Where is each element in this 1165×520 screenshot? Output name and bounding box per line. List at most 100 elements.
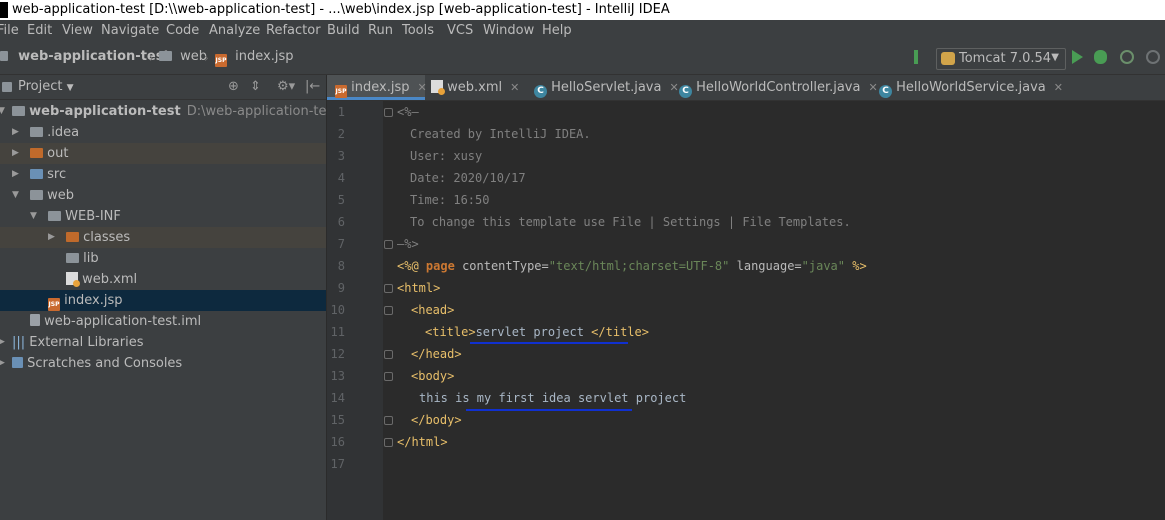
fold-marker-icon[interactable] (384, 240, 393, 249)
line-number: 12 (330, 347, 345, 361)
tree-item-classes[interactable]: ▶ classes (0, 227, 326, 248)
line-number: 4 (337, 171, 345, 185)
code-line-16[interactable]: </html> (397, 435, 448, 449)
code-line-15[interactable]: </body> (411, 413, 462, 427)
code-line-6[interactable]: To change this template use File | Setti… (410, 215, 851, 229)
menu-navigate[interactable]: Navigate (101, 20, 159, 42)
code-line-8[interactable]: <%@ page contentType="text/html;charset=… (397, 259, 867, 273)
project-view-selector[interactable]: Project ▼ (18, 79, 74, 94)
line-number: 8 (337, 259, 345, 273)
tree-item-idea[interactable]: ▶ .idea (0, 122, 326, 143)
menu-edit[interactable]: Edit (27, 20, 52, 42)
code-line-7[interactable]: —%> (397, 237, 419, 251)
code-line-3[interactable]: User: xusy (410, 149, 482, 163)
tab-hello-servlet[interactable]: C HelloServlet.java ✕ (534, 75, 679, 100)
code-editor: JSP index.jsp ✕ web.xml ✕ C HelloServlet.j… (327, 75, 1165, 520)
line-number: 6 (337, 215, 345, 229)
tomcat-icon (941, 52, 955, 65)
tree-item-web-inf[interactable]: ▼ WEB-INF (0, 206, 326, 227)
menu-code[interactable]: Code (166, 20, 199, 42)
tree-item-scratches[interactable]: ▶ Scratches and Consoles (0, 353, 326, 374)
code-line-11[interactable]: <title>servlet project </title> (425, 325, 649, 339)
tree-item-web[interactable]: ▼ web (0, 185, 326, 206)
tree-item-index-jsp[interactable]: JSP index.jsp (0, 290, 326, 311)
fold-marker-icon[interactable] (384, 108, 393, 117)
code-line-13[interactable]: <body> (411, 369, 454, 383)
jsp-file-icon: JSP (215, 54, 227, 67)
breadcrumb-folder[interactable]: web (159, 49, 207, 64)
fold-marker-icon[interactable] (384, 416, 393, 425)
line-number: 3 (337, 149, 345, 163)
run-config-label: Tomcat 7.0.54 (959, 51, 1052, 66)
close-icon[interactable]: ✕ (510, 81, 519, 94)
build-hammer-icon[interactable] (914, 50, 918, 64)
tree-item-external-libraries[interactable]: ▶ ||| External Libraries (0, 332, 326, 353)
coverage-icon[interactable] (1120, 50, 1134, 64)
fold-marker-icon[interactable] (384, 372, 393, 381)
breadcrumb-file[interactable]: JSP index.jsp (215, 49, 293, 67)
close-icon[interactable]: ✕ (669, 81, 678, 94)
line-number: 9 (337, 281, 345, 295)
code-line-14[interactable]: this is my first idea servlet project (419, 391, 686, 405)
fold-marker-icon[interactable] (384, 438, 393, 447)
line-number: 17 (330, 457, 345, 471)
code-line-4[interactable]: Date: 2020/10/17 (410, 171, 526, 185)
menu-refactor[interactable]: Refactor (266, 20, 321, 42)
run-config-selector[interactable]: Tomcat 7.0.54 ▼ (936, 48, 1066, 70)
code-line-10[interactable]: <head> (411, 303, 454, 317)
menu-vcs[interactable]: VCS (447, 20, 473, 42)
folder-icon (30, 190, 43, 200)
tab-index-jsp[interactable]: JSP index.jsp ✕ (327, 75, 427, 100)
tab-hello-world-service[interactable]: C HelloWorldService.java ✕ (879, 75, 1063, 100)
folder-icon (66, 253, 79, 263)
libraries-icon: ||| (12, 335, 26, 350)
menu-build[interactable]: Build (327, 20, 360, 42)
close-icon[interactable]: ✕ (417, 81, 426, 94)
breadcrumb-project[interactable]: web-application-test (0, 49, 170, 64)
collapse-all-icon[interactable]: ⇕ (250, 79, 261, 94)
line-number: 13 (330, 369, 345, 383)
tree-item-src[interactable]: ▶ src (0, 164, 326, 185)
run-icon[interactable] (1072, 50, 1083, 64)
debug-icon[interactable] (1094, 50, 1107, 64)
spellcheck-underline (466, 409, 632, 411)
menu-file[interactable]: File (0, 20, 19, 42)
close-icon[interactable]: ✕ (868, 81, 877, 94)
tree-item-iml[interactable]: web-application-test.iml (0, 311, 326, 332)
fold-marker-icon[interactable] (384, 306, 393, 315)
tree-item-web-xml[interactable]: web.xml (0, 269, 326, 290)
fold-marker-icon[interactable] (384, 350, 393, 359)
gear-icon[interactable]: ⚙▾ (277, 79, 295, 94)
menu-analyze[interactable]: Analyze (209, 20, 260, 42)
tab-hello-world-controller[interactable]: C HelloWorldController.java ✕ (679, 75, 878, 100)
close-icon[interactable]: ✕ (1054, 81, 1063, 94)
java-class-icon: C (879, 85, 892, 98)
line-number: 15 (330, 413, 345, 427)
code-line-9[interactable]: <html> (397, 281, 440, 295)
xml-file-icon (66, 272, 80, 287)
project-view-icon (2, 82, 12, 92)
menu-run[interactable]: Run (368, 20, 393, 42)
code-line-1[interactable]: <%— (397, 105, 419, 119)
expanded-arrow-icon: ▼ (12, 190, 19, 200)
tab-web-xml[interactable]: web.xml ✕ (431, 75, 519, 100)
tree-item-lib[interactable]: lib (0, 248, 326, 269)
collapsed-arrow-icon: ▶ (12, 127, 19, 137)
code-line-2[interactable]: Created by IntelliJ IDEA. (410, 127, 591, 141)
tree-item-project-root[interactable]: ▼ web-application-test D:\web-application… (0, 101, 338, 122)
fold-marker-icon[interactable] (384, 284, 393, 293)
hide-panel-icon[interactable]: |← (305, 79, 320, 94)
code-line-12[interactable]: </head> (411, 347, 462, 361)
tree-item-out[interactable]: ▶ out (0, 143, 326, 164)
profile-icon[interactable] (1146, 50, 1160, 64)
menu-tools[interactable]: Tools (402, 20, 434, 42)
folder-icon (12, 106, 25, 116)
locate-file-icon[interactable]: ⊕ (228, 79, 239, 94)
menu-view[interactable]: View (62, 20, 93, 42)
menu-window[interactable]: Window (483, 20, 534, 42)
menu-help[interactable]: Help (542, 20, 572, 42)
collapsed-arrow-icon: ▶ (12, 169, 19, 179)
menu-bar: File Edit View Navigate Code Analyze Ref… (0, 20, 1165, 42)
line-number: 5 (337, 193, 345, 207)
code-line-5[interactable]: Time: 16:50 (410, 193, 489, 207)
